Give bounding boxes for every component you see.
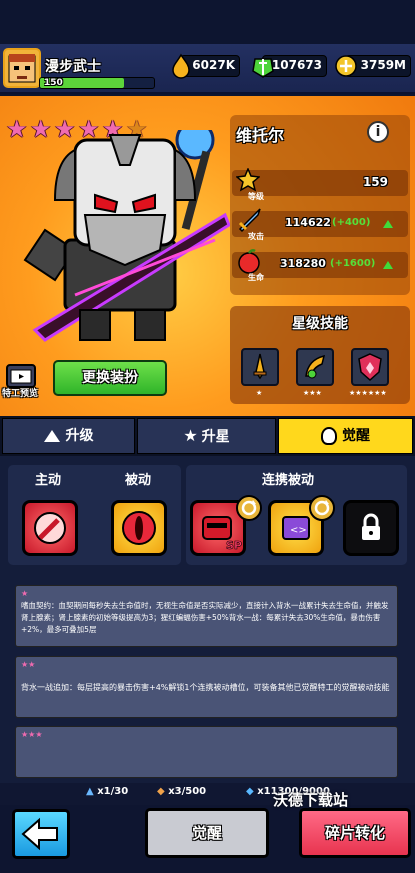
- info-icon[interactable]: i: [367, 121, 389, 143]
- awaken-desc-tier-3: ★★★: [15, 726, 398, 778]
- stat-row-attack: 攻击 114622 (+400): [232, 208, 408, 241]
- material-bar: [0, 783, 415, 805]
- swap-icon[interactable]: [236, 495, 262, 521]
- player-level: 150: [44, 78, 63, 88]
- back-button[interactable]: [12, 809, 70, 859]
- desc-stars: ★★: [21, 660, 36, 669]
- stat-row-level: 等级 159: [232, 168, 408, 201]
- active-skill-slot[interactable]: [22, 500, 78, 556]
- player-avatar[interactable]: [3, 48, 41, 88]
- dagger-icon: [253, 353, 267, 380]
- sword-icon: [238, 208, 261, 233]
- blood-dagger-icon: [34, 512, 66, 544]
- stat-hp-bonus: (+1600): [330, 258, 376, 269]
- flame-coin-icon: [172, 53, 190, 79]
- desc-text: 嗜血契约：血契期间每秒失去生命值时，无视生命值是否实际减少，直接计入背水一战累计…: [21, 601, 389, 634]
- tab-label: 升星: [201, 429, 230, 445]
- desc-text: 背水一战追加：每层提高的暴击伤害+4%解锁1个连携被动槽位，可装备其他已觉醒特工…: [21, 683, 390, 692]
- triangle-badge-icon: ▲: [86, 786, 94, 797]
- tab-upgrade[interactable]: 升级: [2, 418, 135, 454]
- preview-tv-icon[interactable]: [6, 364, 36, 388]
- blue-badge-icon: ◆: [246, 786, 254, 797]
- star-icon: ★: [183, 426, 198, 445]
- stat-attack-bonus: (+400): [332, 217, 371, 228]
- hero-name: 维托尔: [236, 126, 285, 145]
- resource-value: 3759M: [360, 58, 406, 72]
- back-arrow-icon: [21, 817, 58, 851]
- horn-icon: [305, 354, 326, 379]
- awaken-button[interactable]: 觉醒: [145, 808, 269, 858]
- resource-gold-gem[interactable]: 3759M: [335, 55, 411, 77]
- stat-row-hp: 生命 318280 (+1600): [232, 249, 408, 282]
- level-star-icon: [236, 168, 260, 192]
- desc-stars: ★: [21, 589, 29, 598]
- material-2-count: x3/500: [168, 786, 207, 797]
- tab-star-up[interactable]: ★ 升星: [137, 418, 276, 454]
- material-2: ◆ x3/500: [157, 786, 206, 797]
- lock-icon: [362, 513, 380, 540]
- orange-badge-icon: ◆: [157, 786, 165, 797]
- resource-value: 107673: [271, 58, 322, 72]
- awaken-desc-tier-1: ★ 嗜血契约：血契期间每秒失去生命值时，无视生命值是否实际减少，直接计入背水一战…: [15, 585, 398, 647]
- link-skill-slot-locked[interactable]: [343, 500, 399, 556]
- attack-up-arrow-icon: [383, 220, 393, 228]
- up-arrow-icon: [43, 430, 60, 442]
- shield-icon: [358, 353, 382, 382]
- material-1-count: x1/30: [97, 786, 129, 797]
- svg-text:SP: SP: [226, 539, 242, 552]
- star-skill-title: 星级技能: [292, 316, 348, 332]
- dragon-eye-icon: [122, 511, 156, 545]
- tab-awaken[interactable]: 觉醒: [278, 418, 413, 454]
- active-skill-header: 主动: [35, 473, 62, 488]
- link-passive-header: 连携被动: [262, 473, 315, 488]
- resource-green-gem[interactable]: 107673: [252, 55, 327, 78]
- awaken-desc-tier-2: ★★ 背水一战追加：每层提高的暴击伤害+4%解锁1个连携被动槽位，可装备其他已觉…: [15, 656, 398, 718]
- passive-skill-slot[interactable]: [111, 500, 167, 556]
- resource-flame-coin[interactable]: 6027K: [172, 53, 240, 79]
- resource-value: 6027K: [192, 58, 235, 72]
- material-1: ▲ x1/30: [86, 786, 128, 797]
- stat-attack-value: 114622: [285, 216, 331, 229]
- gold-gem-icon: [335, 55, 357, 77]
- player-name: 漫步武士: [45, 59, 101, 75]
- tab-label: 觉醒: [342, 428, 370, 444]
- flame-spirit-icon: [321, 427, 337, 445]
- preview-label[interactable]: 特工预览: [2, 386, 38, 399]
- tab-label: 升级: [65, 428, 94, 444]
- desc-stars: ★★★: [21, 730, 43, 739]
- stat-hp-label: 生命: [248, 273, 264, 282]
- star-skill-2-stars: ★★★: [303, 389, 322, 397]
- star-skill-slot-2[interactable]: [296, 348, 334, 386]
- svg-text:<>: <>: [290, 525, 307, 536]
- star-skill-3-stars: ★★★★★★: [349, 389, 387, 397]
- star-skill-1-stars: ★: [256, 389, 263, 397]
- player-level-bar: 150: [39, 77, 155, 89]
- stat-attack-label: 攻击: [248, 232, 264, 241]
- stat-hp-value: 318280: [280, 257, 326, 270]
- stat-level-label: 等级: [248, 192, 264, 201]
- change-outfit-button[interactable]: 更换装扮: [53, 360, 167, 396]
- swap-icon-2[interactable]: [309, 495, 335, 521]
- hero-character-image: [23, 130, 230, 342]
- passive-skill-header: 被动: [125, 473, 152, 488]
- hp-up-arrow-icon: [383, 261, 393, 269]
- star-skill-slot-1[interactable]: [241, 348, 279, 386]
- stat-level-value: 159: [362, 175, 388, 189]
- star-skill-slot-3[interactable]: [351, 348, 389, 386]
- shard-convert-button[interactable]: 碎片转化: [299, 808, 411, 858]
- watermark-text: 沃德下载站: [273, 791, 349, 809]
